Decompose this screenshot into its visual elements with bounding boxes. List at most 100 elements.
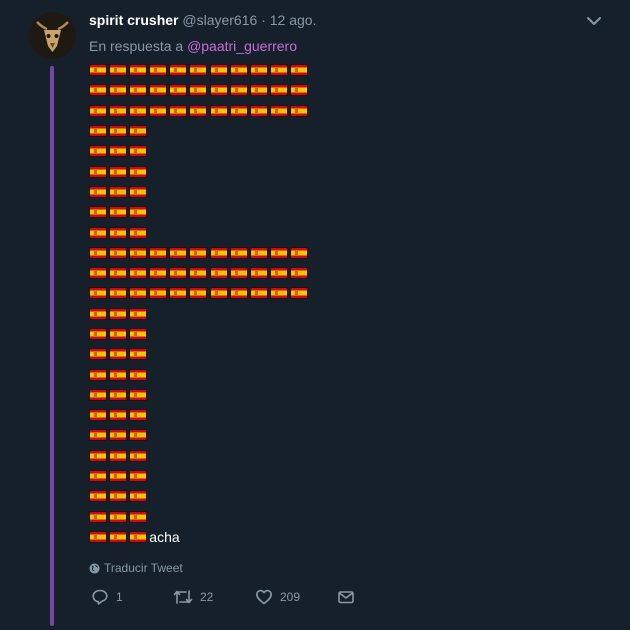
spain-flag-emoji-icon (149, 267, 168, 280)
spain-flag-emoji-icon (129, 348, 148, 361)
retweet-count: 22 (200, 590, 214, 604)
spain-flag-emoji-icon (269, 287, 288, 300)
spain-flag-emoji-icon (89, 64, 107, 77)
spain-flag-emoji-icon (209, 287, 228, 300)
send-dm-button[interactable] (337, 588, 362, 606)
spain-flag-emoji-icon (209, 246, 228, 259)
flag-row (89, 263, 310, 283)
spain-flag-emoji-icon (89, 84, 107, 97)
flag-row (89, 446, 310, 466)
spain-flag-emoji-icon (89, 368, 107, 381)
spain-flag-emoji-icon (89, 206, 107, 219)
spain-flag-emoji-icon (89, 287, 107, 300)
spain-flag-emoji-icon (129, 470, 148, 483)
spain-flag-emoji-icon (189, 287, 208, 300)
spain-flag-emoji-icon (89, 470, 107, 483)
retweet-icon (173, 590, 193, 604)
spain-flag-emoji-icon (129, 388, 148, 401)
translate-tweet-link[interactable]: Traducir Tweet (89, 561, 183, 575)
flag-row (89, 364, 310, 384)
flag-row (89, 304, 310, 324)
flag-row (89, 324, 310, 344)
spain-flag-emoji-icon (289, 287, 308, 300)
user-handle[interactable]: @slayer616 (182, 12, 257, 28)
spain-flag-emoji-icon (129, 328, 148, 340)
spain-flag-emoji-icon (89, 388, 107, 401)
spain-flag-emoji-icon (189, 246, 208, 259)
spain-flag-emoji-icon (89, 226, 107, 239)
spain-flag-emoji-icon (129, 206, 148, 219)
spain-flag-emoji-icon (249, 84, 268, 97)
spain-flag-emoji-icon (109, 530, 128, 543)
spain-flag-emoji-icon (109, 104, 128, 117)
spain-flag-emoji-icon (129, 246, 148, 259)
like-count: 209 (280, 590, 301, 604)
spain-flag-emoji-icon (89, 490, 107, 503)
tweet-actions: 1 22 209 (89, 588, 389, 612)
flag-row (89, 344, 310, 364)
spain-flag-emoji-icon (129, 165, 148, 178)
heart-icon (256, 589, 272, 605)
tweet-date[interactable]: 12 ago. (270, 12, 317, 28)
tweet-tail-text: acha (149, 528, 180, 545)
reply-context: En respuesta a @paatri_guerrero (89, 37, 297, 55)
spain-flag-emoji-icon (129, 125, 148, 138)
retweet-button[interactable]: 22 (173, 588, 213, 606)
spain-flag-emoji-icon (149, 104, 168, 117)
spain-flag-emoji-icon (129, 287, 148, 300)
spain-flag-emoji-icon (109, 125, 128, 138)
spain-flag-emoji-icon (129, 104, 148, 117)
spain-flag-emoji-icon (269, 64, 288, 77)
translate-label: Traducir Tweet (104, 561, 183, 575)
flag-row: acha (89, 527, 310, 547)
flag-row (89, 283, 310, 303)
spain-flag-emoji-icon (89, 125, 107, 138)
flag-row (89, 405, 310, 425)
spain-flag-emoji-icon (289, 104, 308, 117)
reply-prefix: En respuesta a (89, 38, 184, 54)
spain-flag-emoji-icon (269, 246, 288, 259)
spain-flag-emoji-icon (89, 185, 107, 198)
spain-flag-emoji-icon (129, 490, 148, 503)
spain-flag-emoji-icon (249, 267, 268, 280)
spain-flag-emoji-icon (129, 368, 148, 381)
flag-row (89, 101, 310, 121)
more-options-button[interactable] (586, 13, 602, 29)
spain-flag-emoji-icon (109, 246, 128, 259)
spain-flag-emoji-icon (289, 64, 308, 77)
reply-mention-link[interactable]: @paatri_guerrero (187, 38, 297, 54)
globe-icon (89, 562, 100, 574)
spain-flag-emoji-icon (229, 64, 248, 77)
spain-flag-emoji-icon (109, 470, 128, 483)
avatar[interactable] (29, 12, 76, 59)
thread-line (50, 66, 54, 626)
spain-flag-emoji-icon (289, 246, 308, 259)
spain-flag-emoji-icon (249, 104, 268, 117)
spain-flag-emoji-icon (109, 429, 128, 442)
separator-dot: · (261, 12, 266, 28)
spain-flag-emoji-icon (109, 145, 128, 158)
spain-flag-emoji-icon (189, 267, 208, 280)
flag-row (89, 141, 310, 161)
flag-row (89, 222, 310, 242)
spain-flag-emoji-icon (209, 64, 228, 77)
spain-flag-emoji-icon (89, 510, 107, 523)
flag-row (89, 202, 310, 222)
spain-flag-emoji-icon (189, 104, 208, 117)
spain-flag-emoji-icon (189, 84, 208, 97)
spain-flag-emoji-icon (89, 328, 107, 340)
spain-flag-emoji-icon (289, 267, 308, 280)
spain-flag-emoji-icon (89, 409, 107, 422)
spain-flag-emoji-icon (89, 530, 107, 543)
spain-flag-emoji-icon (129, 409, 148, 422)
spain-flag-emoji-icon (89, 267, 107, 280)
flag-row (89, 466, 310, 486)
display-name[interactable]: spirit crusher (89, 12, 178, 28)
spain-flag-emoji-icon (169, 267, 188, 280)
spain-flag-emoji-icon (169, 287, 188, 300)
spain-flag-emoji-icon (129, 145, 148, 158)
spain-flag-emoji-icon (229, 84, 248, 97)
spain-flag-emoji-icon (189, 64, 208, 77)
reply-button[interactable]: 1 (91, 588, 123, 606)
like-button[interactable]: 209 (255, 588, 300, 606)
